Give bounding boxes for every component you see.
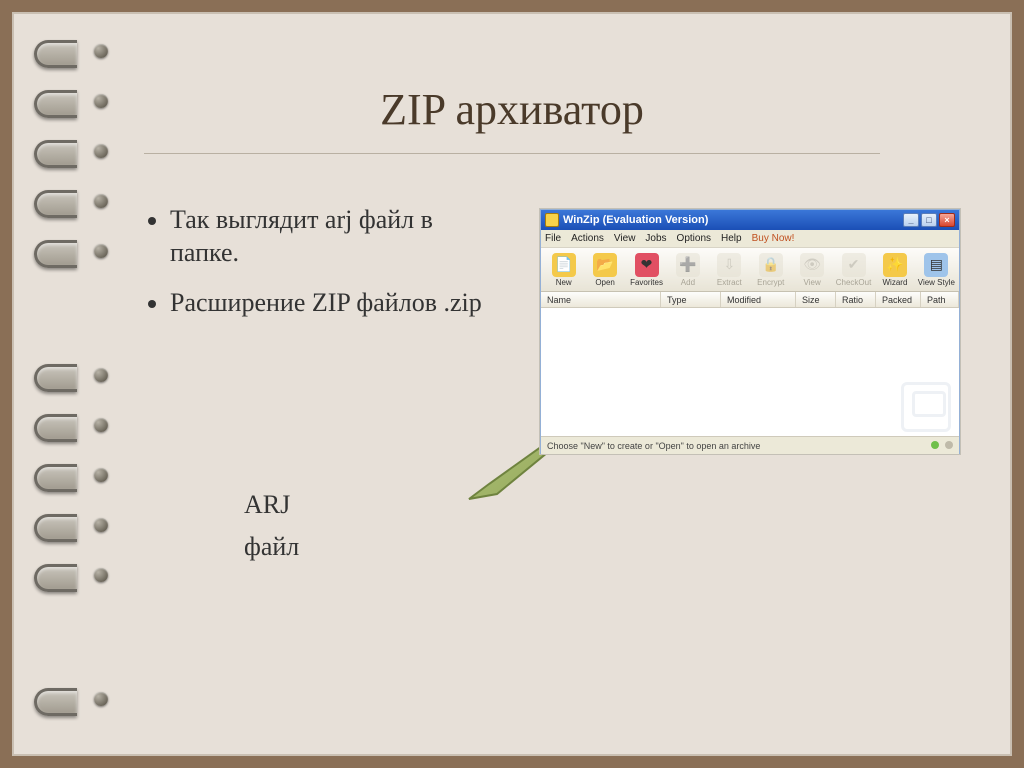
column-header-modified[interactable]: Modified	[721, 292, 796, 307]
toolbar-add-button: ➕Add	[669, 253, 706, 287]
bullet-item: Так выглядит arj файл в папке.	[170, 204, 494, 269]
window-controls: _ □ ×	[903, 213, 955, 227]
binding-ring	[34, 190, 114, 212]
new-icon: 📄	[552, 253, 576, 277]
favorites-icon: ❤	[635, 253, 659, 277]
winzip-watermark-icon	[901, 382, 951, 432]
winzip-status-text: Choose "New" to create or "Open" to open…	[547, 441, 760, 451]
binding-ring	[34, 240, 114, 262]
binding-ring	[34, 688, 114, 710]
toolbar-button-label: Add	[681, 278, 695, 287]
toolbar-open-button[interactable]: 📂Open	[586, 253, 623, 287]
toolbar-new-button[interactable]: 📄New	[545, 253, 582, 287]
toolbar-extract-button: ⇩Extract	[711, 253, 748, 287]
bullet-item: Расширение ZIP файлов .zip	[170, 287, 494, 320]
open-icon: 📂	[593, 253, 617, 277]
arj-caption-line1: ARJ	[244, 484, 299, 526]
extract-icon: ⇩	[717, 253, 741, 277]
arj-caption: ARJ файл	[244, 484, 299, 567]
menu-item-actions[interactable]: Actions	[571, 233, 604, 244]
toolbar-button-label: View Style	[918, 278, 955, 287]
slide-title: ZIP архиватор	[14, 14, 1010, 135]
wizard-icon: ✨	[883, 253, 907, 277]
winzip-status-indicators	[928, 441, 953, 451]
minimize-button[interactable]: _	[903, 213, 919, 227]
menu-item-buynow[interactable]: Buy Now!	[752, 233, 795, 244]
column-header-size[interactable]: Size	[796, 292, 836, 307]
menu-item-options[interactable]: Options	[677, 233, 711, 244]
toolbar-button-label: Wizard	[883, 278, 908, 287]
toolbar-favorites-button[interactable]: ❤Favorites	[628, 253, 665, 287]
status-dot-green	[931, 441, 939, 449]
winzip-column-headers: NameTypeModifiedSizeRatioPackedPath	[541, 292, 959, 308]
view-icon: 👁	[800, 253, 824, 277]
column-header-name[interactable]: Name	[541, 292, 661, 307]
binding-ring	[34, 364, 114, 386]
binding-ring	[34, 514, 114, 536]
winzip-app-icon	[545, 213, 559, 227]
menu-item-file[interactable]: File	[545, 233, 561, 244]
toolbar-checkout-button: ✔CheckOut	[835, 253, 872, 287]
winzip-menubar: File Actions View Jobs Options Help Buy Now!	[541, 230, 959, 248]
add-icon: ➕	[676, 253, 700, 277]
close-button[interactable]: ×	[939, 213, 955, 227]
winzip-titlebar[interactable]: WinZip (Evaluation Version) _ □ ×	[541, 210, 959, 230]
winzip-window: WinZip (Evaluation Version) _ □ × File Ac…	[540, 209, 960, 454]
bullet-list: Так выглядит arj файл в папке. Расширение…	[144, 204, 494, 320]
encrypt-icon: 🔒	[759, 253, 783, 277]
slide-frame: ZIP архиватор Так выглядит arj файл в па…	[12, 12, 1012, 756]
menu-item-help[interactable]: Help	[721, 233, 742, 244]
toolbar-button-label: New	[556, 278, 572, 287]
toolbar-button-label: Encrypt	[757, 278, 784, 287]
title-divider	[144, 153, 880, 154]
binding-ring	[34, 414, 114, 436]
winzip-toolbar: 📄New📂Open❤Favorites➕Add⇩Extract🔒Encrypt👁…	[541, 248, 959, 292]
column-header-path[interactable]: Path	[921, 292, 959, 307]
slide-content: Так выглядит arj файл в папке. Расширение…	[144, 204, 970, 714]
toolbar-view-button: 👁View	[793, 253, 830, 287]
binding-ring	[34, 564, 114, 586]
toolbar-viewstyle-button[interactable]: ▤View Style	[918, 253, 955, 287]
arj-caption-line2: файл	[244, 526, 299, 568]
toolbar-button-label: CheckOut	[836, 278, 872, 287]
toolbar-button-label: Extract	[717, 278, 742, 287]
column-header-type[interactable]: Type	[661, 292, 721, 307]
toolbar-encrypt-button: 🔒Encrypt	[752, 253, 789, 287]
toolbar-button-label: Open	[595, 278, 615, 287]
status-dot-grey	[945, 441, 953, 449]
menu-item-jobs[interactable]: Jobs	[645, 233, 666, 244]
binding-ring	[34, 140, 114, 162]
menu-item-view[interactable]: View	[614, 233, 636, 244]
toolbar-button-label: View	[804, 278, 821, 287]
toolbar-button-label: Favorites	[630, 278, 663, 287]
winzip-title-text: WinZip (Evaluation Version)	[563, 214, 708, 226]
checkout-icon: ✔	[842, 253, 866, 277]
winzip-statusbar: Choose "New" to create or "Open" to open…	[541, 436, 959, 454]
maximize-button[interactable]: □	[921, 213, 937, 227]
toolbar-wizard-button[interactable]: ✨Wizard	[876, 253, 913, 287]
winzip-file-area	[541, 308, 959, 436]
column-header-ratio[interactable]: Ratio	[836, 292, 876, 307]
viewstyle-icon: ▤	[924, 253, 948, 277]
binding-ring	[34, 464, 114, 486]
column-header-packed[interactable]: Packed	[876, 292, 921, 307]
